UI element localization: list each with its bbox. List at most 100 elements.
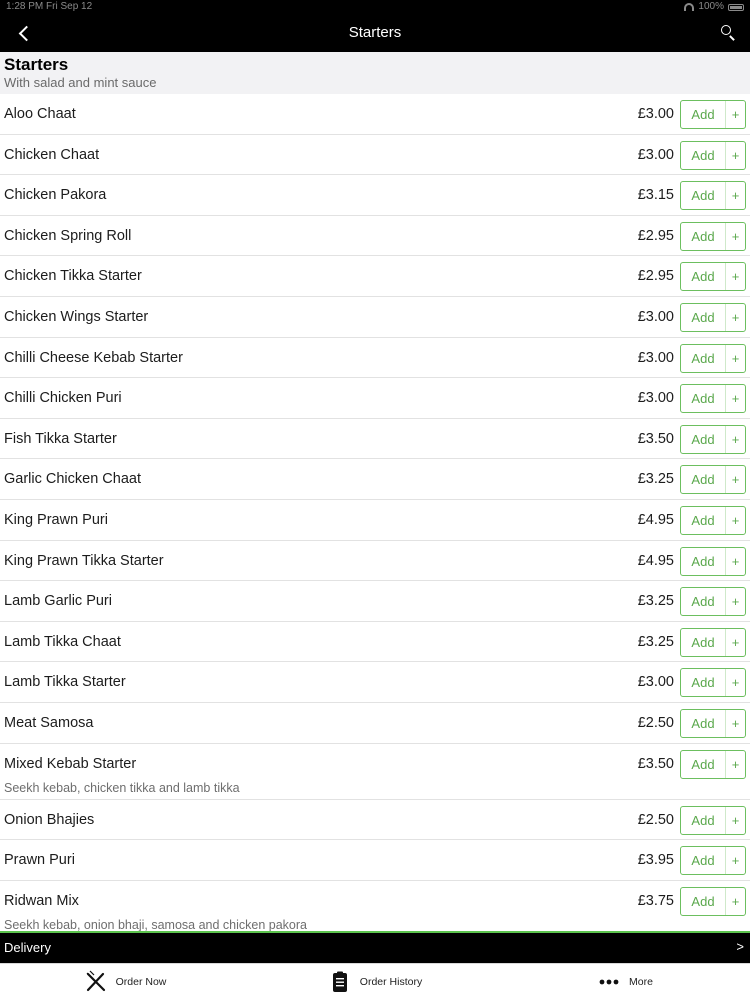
add-button-label: Add xyxy=(691,634,715,650)
add-to-order-button[interactable]: Add + xyxy=(680,805,746,835)
add-to-order-button[interactable]: Add + xyxy=(680,505,746,535)
add-to-order-button[interactable]: Add + xyxy=(680,749,746,779)
item-name: Lamb Garlic Puri xyxy=(4,593,112,610)
menu-item-row[interactable]: Chilli Chicken Puri £3.00 Add + xyxy=(0,378,750,419)
add-to-order-button[interactable]: Add + xyxy=(680,627,746,657)
plus-icon: + xyxy=(725,263,745,291)
plus-icon: + xyxy=(725,182,745,210)
item-price: £2.95 xyxy=(637,227,674,244)
menu-item-row[interactable]: Fish Tikka Starter £3.50 Add + xyxy=(0,419,750,460)
add-to-order-button[interactable]: Add + xyxy=(680,181,746,211)
item-price: £2.95 xyxy=(637,268,674,285)
add-to-order-button[interactable]: Add + xyxy=(680,668,746,698)
item-price: £3.00 xyxy=(637,674,674,691)
item-price: £2.50 xyxy=(637,811,674,828)
add-button-label: Add xyxy=(691,594,715,610)
status-indicators: 100% xyxy=(684,0,744,14)
item-name: Mixed Kebab Starter xyxy=(4,755,137,772)
section-subtitle: With salad and mint sauce xyxy=(4,75,157,90)
item-price: £3.00 xyxy=(637,349,674,366)
chevron-left-icon xyxy=(18,25,34,41)
menu-item-row[interactable]: Lamb Tikka Chaat £3.25 Add + xyxy=(0,622,750,663)
add-button-label: Add xyxy=(691,472,715,488)
add-button-label: Add xyxy=(691,269,715,285)
item-price: £2.50 xyxy=(637,714,674,731)
add-to-order-button[interactable]: Add + xyxy=(680,140,746,170)
add-to-order-button[interactable]: Add + xyxy=(680,886,746,916)
add-to-order-button[interactable]: Add + xyxy=(680,424,746,454)
item-price: £3.00 xyxy=(637,390,674,407)
plus-icon: + xyxy=(725,588,745,616)
item-price: £3.75 xyxy=(637,892,674,909)
add-to-order-button[interactable]: Add + xyxy=(680,465,746,495)
tab-order-history-label: Order History xyxy=(359,976,423,988)
plus-icon: + xyxy=(725,222,745,250)
item-name: King Prawn Puri xyxy=(4,511,108,528)
delivery-bar[interactable]: Delivery > xyxy=(0,933,750,963)
menu-item-row[interactable]: Lamb Tikka Starter £3.00 Add + xyxy=(0,662,750,703)
plus-icon: + xyxy=(725,806,745,834)
battery-percent: 100% xyxy=(698,1,724,12)
menu-item-row[interactable]: Mixed Kebab Starter Seekh kebab, chicken … xyxy=(0,744,750,800)
tab-order-history[interactable]: Order History xyxy=(250,964,500,1000)
menu-item-row[interactable]: Garlic Chicken Chaat £3.25 Add + xyxy=(0,459,750,500)
item-price: £3.00 xyxy=(637,308,674,325)
add-button-label: Add xyxy=(691,675,715,691)
search-button[interactable] xyxy=(720,24,738,42)
item-price: £3.00 xyxy=(637,106,674,122)
menu-item-row[interactable]: Ridwan Mix Seekh kebab, onion bhaji, samo… xyxy=(0,881,750,931)
add-to-order-button[interactable]: Add + xyxy=(680,221,746,251)
add-button-label: Add xyxy=(691,893,715,909)
menu-item-row[interactable]: Onion Bhajies £2.50 Add + xyxy=(0,800,750,841)
add-to-order-button[interactable]: Add + xyxy=(680,546,746,576)
item-name: Chilli Cheese Kebab Starter xyxy=(4,349,183,366)
add-button-label: Add xyxy=(691,107,715,122)
add-to-order-button[interactable]: Add + xyxy=(680,302,746,332)
menu-item-row[interactable]: Chicken Pakora £3.15 Add + xyxy=(0,175,750,216)
menu-item-row[interactable]: Chilli Cheese Kebab Starter £3.00 Add + xyxy=(0,338,750,379)
item-price: £3.95 xyxy=(637,852,674,869)
tab-more[interactable]: More xyxy=(500,964,750,1000)
item-name: Chicken Pakora xyxy=(4,187,107,204)
item-price: £3.15 xyxy=(637,187,674,204)
add-to-order-button[interactable]: Add + xyxy=(680,100,746,129)
tab-order-now[interactable]: Order Now xyxy=(0,964,250,1000)
item-name: Chicken Tikka Starter xyxy=(4,268,142,285)
menu-item-row[interactable]: Chicken Tikka Starter £2.95 Add + xyxy=(0,256,750,297)
plus-icon: + xyxy=(725,847,745,875)
menu-item-row[interactable]: Chicken Chaat £3.00 Add + xyxy=(0,135,750,176)
add-to-order-button[interactable]: Add + xyxy=(680,262,746,292)
menu-item-row[interactable]: Aloo Chaat £3.00 Add + xyxy=(0,94,750,135)
item-name: Onion Bhajies xyxy=(4,811,95,828)
add-to-order-button[interactable]: Add + xyxy=(680,587,746,617)
menu-item-row[interactable]: Prawn Puri £3.95 Add + xyxy=(0,840,750,881)
item-price: £3.50 xyxy=(637,755,674,772)
item-name: Fish Tikka Starter xyxy=(4,430,117,447)
item-name: Lamb Tikka Chaat xyxy=(4,633,121,650)
add-to-order-button[interactable]: Add + xyxy=(680,384,746,414)
section-title: Starters xyxy=(4,55,69,74)
add-to-order-button[interactable]: Add + xyxy=(680,708,746,738)
add-button-label: Add xyxy=(691,853,715,869)
menu-item-row[interactable]: King Prawn Tikka Starter £4.95 Add + xyxy=(0,541,750,582)
plus-icon: + xyxy=(725,887,745,915)
menu-item-row[interactable]: Lamb Garlic Puri £3.25 Add + xyxy=(0,581,750,622)
menu-item-row[interactable]: Chicken Spring Roll £2.95 Add + xyxy=(0,216,750,257)
add-to-order-button[interactable]: Add + xyxy=(680,846,746,876)
plus-icon: + xyxy=(725,303,745,331)
add-button-label: Add xyxy=(691,309,715,325)
back-button[interactable] xyxy=(10,20,38,46)
menu-item-row[interactable]: King Prawn Puri £4.95 Add + xyxy=(0,500,750,541)
plus-icon: + xyxy=(725,466,745,494)
menu-item-row[interactable]: Meat Samosa £2.50 Add + xyxy=(0,703,750,744)
delivery-label: Delivery xyxy=(4,940,51,955)
plus-icon: + xyxy=(725,506,745,534)
add-to-order-button[interactable]: Add + xyxy=(680,343,746,373)
nav-bar: Starters xyxy=(0,14,750,52)
plus-icon: + xyxy=(725,709,745,737)
menu-item-row[interactable]: Chicken Wings Starter £3.00 Add + xyxy=(0,297,750,338)
section-header: Starters With salad and mint sauce xyxy=(0,52,750,94)
item-price: £3.00 xyxy=(637,146,674,163)
item-price: £4.95 xyxy=(637,511,674,528)
add-button-label: Add xyxy=(691,188,715,204)
